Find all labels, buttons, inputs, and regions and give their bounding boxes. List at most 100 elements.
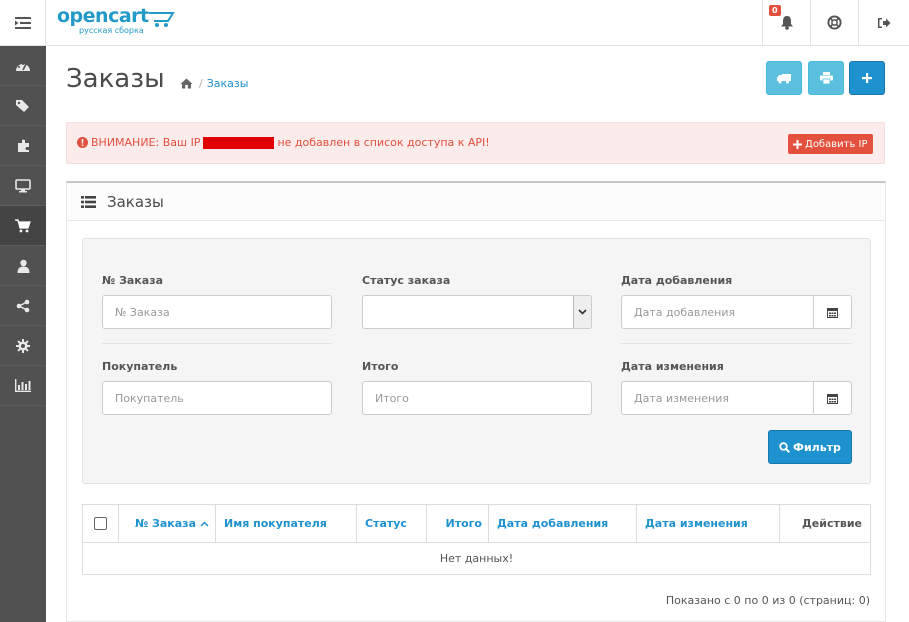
add-order-button[interactable]	[849, 61, 885, 95]
total-label: Итого	[362, 360, 399, 373]
plus-circle-icon	[793, 139, 802, 149]
date-modified-placeholder: Дата изменения	[634, 391, 729, 405]
date-added-label: Дата добавления	[621, 274, 733, 287]
exclamation-circle-icon	[77, 137, 88, 148]
column-action: Действие	[780, 505, 870, 542]
column-total[interactable]: Итого	[427, 505, 489, 542]
column-customer[interactable]: Имя покупателя	[216, 505, 357, 542]
logo[interactable]: opencart русская сборка	[57, 6, 187, 38]
customer-label: Покупатель	[102, 360, 178, 373]
filter-button-label: Фильтр	[793, 440, 841, 454]
sidebar-item-extensions[interactable]	[0, 126, 46, 166]
column-customer-label: Имя покупателя	[224, 517, 327, 530]
calendar-icon	[827, 393, 838, 404]
chevron-down-icon	[578, 309, 587, 315]
date-modified-calendar-button[interactable]	[814, 381, 852, 415]
order-id-input[interactable]: № Заказа	[102, 295, 332, 329]
alert-text-after: не добавлен в список доступа к API!	[277, 136, 490, 149]
empty-row: Нет данных!	[439, 552, 514, 565]
top-header: opencart русская сборка 0	[0, 0, 909, 46]
select-arrow[interactable]	[573, 296, 591, 328]
filter-button[interactable]: Фильтр	[768, 430, 852, 464]
column-date-modified[interactable]: Дата изменения	[637, 505, 780, 542]
total-input[interactable]: Итого	[362, 381, 592, 415]
add-ip-button[interactable]: Добавить IP	[788, 134, 873, 154]
order-status-select[interactable]	[362, 295, 592, 329]
column-order-id[interactable]: № Заказа	[119, 505, 216, 542]
date-added-placeholder: Дата добавления	[634, 305, 736, 319]
shipping-button[interactable]	[766, 61, 802, 95]
dashboard-icon	[16, 62, 30, 71]
filter-form: № Заказа Статус заказа Дата добавления №…	[82, 238, 871, 484]
column-order-id-label: № Заказа	[134, 517, 196, 530]
desktop-icon	[15, 178, 31, 192]
menu-toggle-button[interactable]	[0, 0, 46, 45]
share-icon	[16, 299, 30, 312]
order-id-placeholder: № Заказа	[115, 305, 170, 319]
select-all-cell	[83, 505, 119, 542]
orders-panel: Заказы № Заказа Статус заказа Дата добав…	[66, 181, 886, 622]
plus-icon	[862, 73, 872, 83]
cog-icon	[16, 338, 30, 353]
pagination-info: Показано с 0 по 0 из 0 (страниц: 0)	[665, 594, 870, 607]
bell-icon	[780, 16, 793, 30]
sidebar-item-sales[interactable]	[0, 206, 46, 246]
user-icon	[17, 259, 29, 273]
notifications-button[interactable]: 0	[762, 0, 810, 45]
home-icon[interactable]	[180, 78, 193, 89]
date-added-input[interactable]: Дата добавления	[621, 295, 814, 329]
life-ring-icon	[827, 15, 842, 30]
print-icon	[819, 72, 833, 84]
select-all-checkbox[interactable]	[94, 517, 107, 530]
api-ip-alert: ВНИМАНИЕ: Ваш IP не добавлен в список до…	[66, 122, 885, 164]
order-id-label: № Заказа	[102, 274, 164, 287]
divider	[102, 343, 332, 344]
print-invoice-button[interactable]	[808, 61, 844, 95]
sidebar-item-catalog[interactable]	[0, 86, 46, 126]
column-status[interactable]: Статус	[357, 505, 427, 542]
column-date-added-label: Дата добавления	[497, 517, 609, 530]
truck-icon	[777, 73, 791, 83]
redacted-ip	[203, 136, 275, 149]
column-date-added[interactable]: Дата добавления	[489, 505, 637, 542]
list-icon	[81, 195, 96, 208]
date-modified-input[interactable]: Дата изменения	[621, 381, 814, 415]
alert-text-before: ВНИМАНИЕ: Ваш IP	[91, 136, 201, 149]
sidebar-item-dashboard[interactable]	[0, 46, 46, 86]
logo-subtitle: русская сборка	[79, 26, 144, 35]
breadcrumb-separator: /	[199, 77, 203, 90]
puzzle-icon	[17, 139, 29, 152]
logout-button[interactable]	[858, 0, 909, 45]
order-status-label: Статус заказа	[362, 274, 451, 287]
notification-badge: 0	[769, 5, 781, 16]
bar-chart-icon	[15, 379, 31, 392]
sidebar-item-reports[interactable]	[0, 366, 46, 406]
date-added-calendar-button[interactable]	[814, 295, 852, 329]
panel-heading: Заказы	[67, 183, 885, 221]
help-button[interactable]	[810, 0, 858, 45]
menu-toggle-icon	[14, 16, 31, 29]
date-modified-label: Дата изменения	[621, 360, 724, 373]
total-placeholder: Итого	[375, 391, 409, 405]
divider	[621, 343, 852, 344]
breadcrumb-link-orders[interactable]: Заказы	[207, 77, 249, 90]
column-status-label: Статус	[365, 517, 407, 530]
calendar-icon	[827, 307, 838, 318]
panel-title: Заказы	[107, 192, 164, 211]
customer-input[interactable]: Покупатель	[102, 381, 332, 415]
orders-table: № Заказа Имя покупателя Статус Итого Дат…	[82, 504, 871, 575]
customer-placeholder: Покупатель	[115, 391, 184, 405]
column-total-label: Итого	[445, 517, 482, 530]
sign-out-icon	[878, 17, 891, 28]
sidebar-item-customers[interactable]	[0, 246, 46, 286]
alert-message: ВНИМАНИЕ: Ваш IP не добавлен в список до…	[77, 136, 490, 149]
breadcrumb: / Заказы	[180, 77, 248, 90]
sidebar	[0, 46, 46, 622]
search-icon	[779, 441, 791, 453]
column-date-modified-label: Дата изменения	[645, 517, 748, 530]
sidebar-item-design[interactable]	[0, 166, 46, 206]
shopping-cart-icon	[15, 218, 31, 232]
sidebar-item-system[interactable]	[0, 326, 46, 366]
sidebar-item-marketing[interactable]	[0, 286, 46, 326]
tags-icon	[16, 99, 29, 112]
